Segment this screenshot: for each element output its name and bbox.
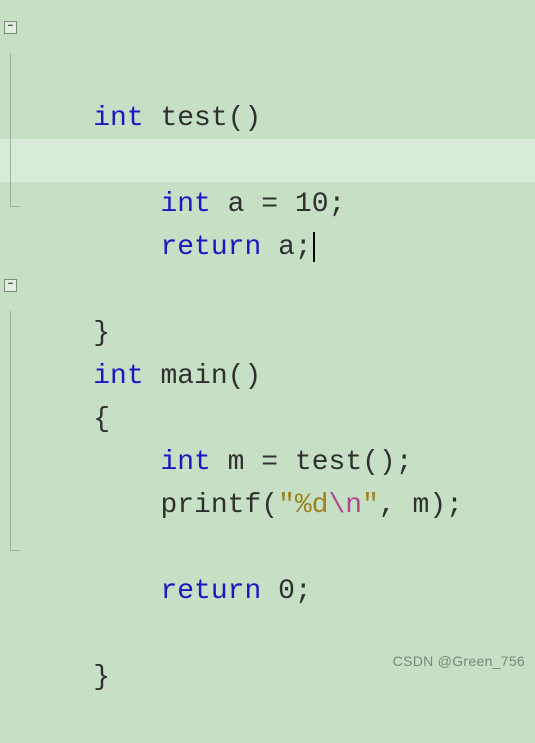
code-line[interactable]: - int main() [0, 268, 535, 311]
fold-guide [10, 483, 11, 526]
semicolon: ; [295, 576, 312, 607]
fold-end-icon [10, 550, 20, 551]
code-line[interactable]: int a = 10; [0, 96, 535, 139]
code-line[interactable]: return 0; [0, 483, 535, 526]
space [261, 576, 278, 607]
watermark-text: CSDN @Green_756 [393, 651, 525, 673]
code-line[interactable]: { [0, 311, 535, 354]
fold-guide [10, 311, 11, 354]
fold-guide [10, 526, 11, 551]
number-literal: 0 [278, 576, 295, 607]
code-line[interactable]: } [0, 182, 535, 225]
code-editor[interactable]: - int test() { int a = 10; return a; } -… [0, 0, 535, 569]
code-line-blank[interactable] [0, 440, 535, 483]
fold-guide [10, 440, 11, 483]
fold-end-icon [10, 206, 20, 207]
code-line-active[interactable]: return a; [0, 139, 535, 182]
fold-guide [10, 53, 11, 96]
fold-guide [10, 139, 11, 182]
code-line[interactable]: printf("%d\n", m); [0, 397, 535, 440]
code-line[interactable]: - int test() [0, 10, 535, 53]
fold-guide [10, 397, 11, 440]
indent [93, 576, 160, 607]
brace-close: } [93, 662, 110, 693]
code-line[interactable]: } [0, 526, 535, 569]
keyword-return: return [160, 576, 261, 607]
fold-guide [10, 354, 11, 397]
fold-toggle-icon[interactable]: - [4, 279, 17, 292]
fold-toggle-icon[interactable]: - [4, 21, 17, 34]
code-line[interactable]: int m = test(); [0, 354, 535, 397]
code-line[interactable]: { [0, 53, 535, 96]
code-line-blank[interactable] [0, 225, 535, 268]
fold-guide [10, 96, 11, 139]
fold-guide [10, 182, 11, 207]
